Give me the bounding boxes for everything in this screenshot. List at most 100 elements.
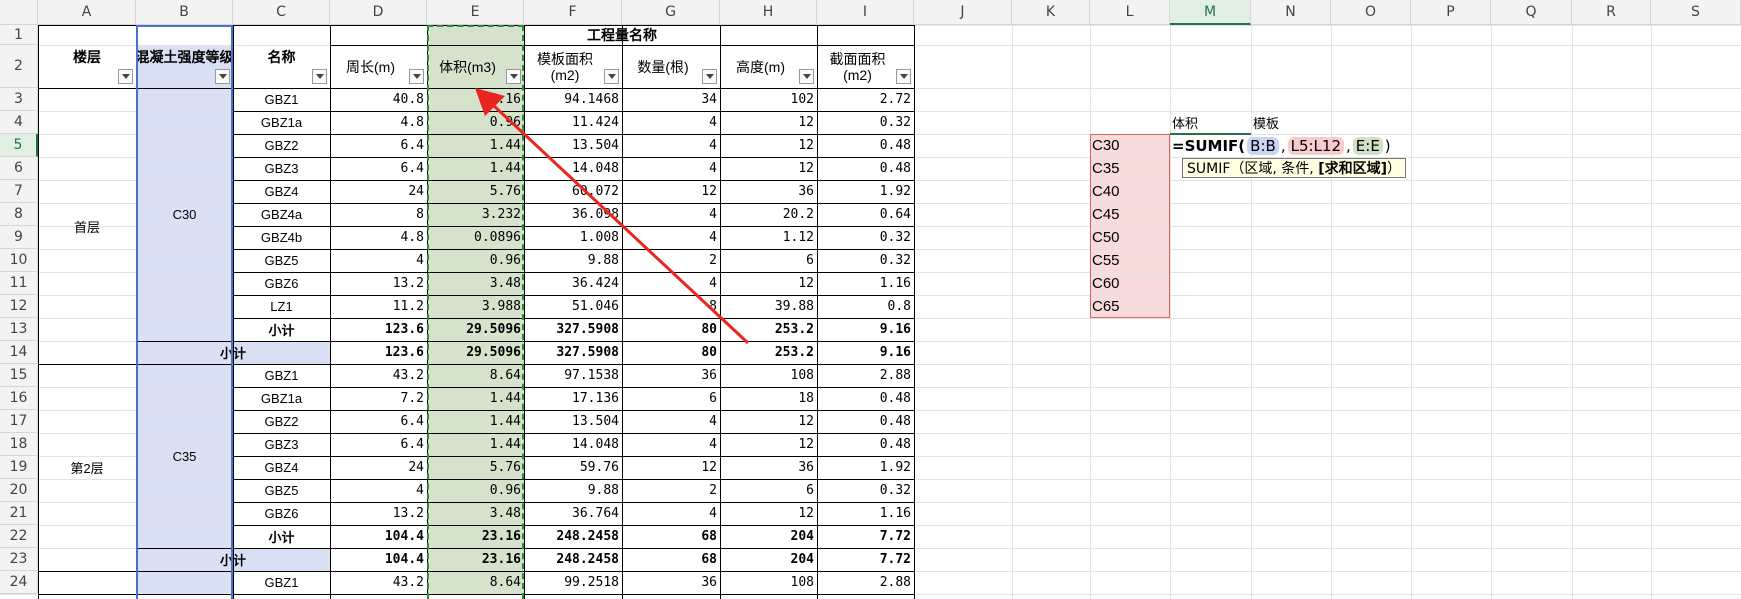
criteria-cell[interactable]: C60 <box>1092 272 1170 295</box>
column-header-c[interactable]: C <box>233 0 330 25</box>
cell-value[interactable]: 0.48 <box>817 410 914 433</box>
cell-value[interactable]: 59.76 <box>524 456 622 479</box>
cell-name[interactable]: GBZ4b <box>233 226 330 249</box>
column-header-m[interactable]: M <box>1170 0 1251 25</box>
cell-name[interactable]: GBZ5 <box>233 479 330 502</box>
cell-value[interactable]: 1.16 <box>817 502 914 525</box>
cell-value[interactable]: 0.8 <box>817 295 914 318</box>
cell-value[interactable]: 9.88 <box>524 249 622 272</box>
cell-value[interactable]: 12 <box>720 410 817 433</box>
cell-value[interactable]: 12 <box>720 111 817 134</box>
cell-value[interactable]: 8 <box>622 295 720 318</box>
column-header-l[interactable]: L <box>1090 0 1170 25</box>
cell-value[interactable]: 2 <box>622 249 720 272</box>
cell-value[interactable]: 6.4 <box>330 410 427 433</box>
cell-value[interactable]: 24 <box>330 180 427 203</box>
row-header-9[interactable]: 9 <box>0 226 38 249</box>
column-header-f[interactable]: F <box>524 0 622 25</box>
cell-value[interactable]: 36.424 <box>524 272 622 295</box>
select-all-corner[interactable] <box>0 0 38 25</box>
row-header-17[interactable]: 17 <box>0 410 38 433</box>
cell-name[interactable]: GBZ1 <box>233 88 330 111</box>
criteria-cell[interactable]: C55 <box>1092 249 1170 272</box>
total-value[interactable]: 253.2 <box>720 341 817 364</box>
cell-value[interactable]: 4 <box>330 479 427 502</box>
total-value[interactable]: 68 <box>622 548 720 571</box>
row-header-7[interactable]: 7 <box>0 180 38 203</box>
total-value[interactable]: 327.5908 <box>524 341 622 364</box>
cell-name[interactable]: LZ1 <box>233 295 330 318</box>
column-header-k[interactable]: K <box>1012 0 1090 25</box>
cell-value[interactable]: 108 <box>720 571 817 594</box>
cell-value[interactable]: 4 <box>622 134 720 157</box>
row-header-1[interactable]: 1 <box>0 25 38 45</box>
criteria-cell[interactable]: C65 <box>1092 295 1170 318</box>
cell-value[interactable]: 12 <box>622 180 720 203</box>
cell-value[interactable]: 14.048 <box>524 157 622 180</box>
cell-value[interactable]: 40.8 <box>330 88 427 111</box>
cell-value[interactable]: 0.48 <box>817 157 914 180</box>
row-header-14[interactable]: 14 <box>0 341 38 364</box>
column-header-d[interactable]: D <box>330 0 427 25</box>
cell-value[interactable]: 0.48 <box>817 387 914 410</box>
row-header-23[interactable]: 23 <box>0 548 38 571</box>
cell-value[interactable]: 327.5908 <box>524 318 622 341</box>
cell-value[interactable]: 1.12 <box>720 226 817 249</box>
column-header-a[interactable]: A <box>38 0 136 25</box>
cell-value[interactable]: 6.4 <box>330 433 427 456</box>
cell-name[interactable]: GBZ1 <box>233 571 330 594</box>
cell-value[interactable]: 1.008 <box>524 226 622 249</box>
column-header-b[interactable]: B <box>136 0 233 25</box>
cell-name[interactable]: GBZ3 <box>233 157 330 180</box>
criteria-cell[interactable]: C35 <box>1092 157 1170 180</box>
row-header-2[interactable]: 2 <box>0 45 38 88</box>
cell-value[interactable]: 0.64 <box>817 203 914 226</box>
summary-volume-label[interactable]: 体积 <box>1172 111 1253 134</box>
cell-name[interactable]: GBZ2 <box>233 410 330 433</box>
column-header-r[interactable]: R <box>1572 0 1651 25</box>
row-header-19[interactable]: 19 <box>0 456 38 479</box>
criteria-cell[interactable]: C30 <box>1092 134 1170 157</box>
cell-value[interactable]: 7.2 <box>330 387 427 410</box>
cell-value[interactable]: 6.4 <box>330 157 427 180</box>
floor-label[interactable]: 第2层 <box>38 364 136 571</box>
floor-label[interactable]: 首层 <box>38 88 136 364</box>
cell-name[interactable]: GBZ5 <box>233 249 330 272</box>
column-header-n[interactable]: N <box>1251 0 1331 25</box>
total-value[interactable]: 80 <box>622 341 720 364</box>
cell-value[interactable]: 253.2 <box>720 318 817 341</box>
cell-name[interactable]: GBZ1a <box>233 111 330 134</box>
cell-value[interactable]: 12 <box>720 433 817 456</box>
row-header-10[interactable]: 10 <box>0 249 38 272</box>
cell-value[interactable]: 4 <box>330 249 427 272</box>
total-value[interactable]: 204 <box>720 548 817 571</box>
filter-dropdown-icon[interactable] <box>799 69 814 84</box>
cell-value[interactable]: 80 <box>622 318 720 341</box>
filter-dropdown-icon[interactable] <box>604 69 619 84</box>
cell-value[interactable]: 36 <box>720 456 817 479</box>
total-value[interactable]: 104.4 <box>330 548 427 571</box>
cell-name[interactable]: GBZ4 <box>233 180 330 203</box>
cell-value[interactable]: 2 <box>622 479 720 502</box>
cell-name[interactable]: GBZ4 <box>233 456 330 479</box>
row-header-12[interactable]: 12 <box>0 295 38 318</box>
cell-value[interactable]: 14.048 <box>524 433 622 456</box>
cell-value[interactable]: 36 <box>720 180 817 203</box>
total-value[interactable]: 123.6 <box>330 341 427 364</box>
cell-name[interactable]: GBZ3 <box>233 433 330 456</box>
row-header-13[interactable]: 13 <box>0 318 38 341</box>
total-value[interactable]: 7.72 <box>817 548 914 571</box>
total-value[interactable]: 248.2458 <box>524 548 622 571</box>
cell-value[interactable]: 2.88 <box>817 364 914 387</box>
cell-value[interactable]: 4 <box>622 203 720 226</box>
cell-value[interactable]: 34 <box>622 88 720 111</box>
cell-value[interactable]: 6 <box>720 249 817 272</box>
cell-value[interactable]: 204 <box>720 525 817 548</box>
cell-value[interactable]: 9.88 <box>524 479 622 502</box>
filter-dropdown-icon[interactable] <box>409 69 424 84</box>
filter-dropdown-icon[interactable] <box>312 69 327 84</box>
row-header-16[interactable]: 16 <box>0 387 38 410</box>
cell-name[interactable]: GBZ1 <box>233 364 330 387</box>
cell-value[interactable]: 99.2518 <box>524 571 622 594</box>
cell-value[interactable]: 8 <box>330 203 427 226</box>
